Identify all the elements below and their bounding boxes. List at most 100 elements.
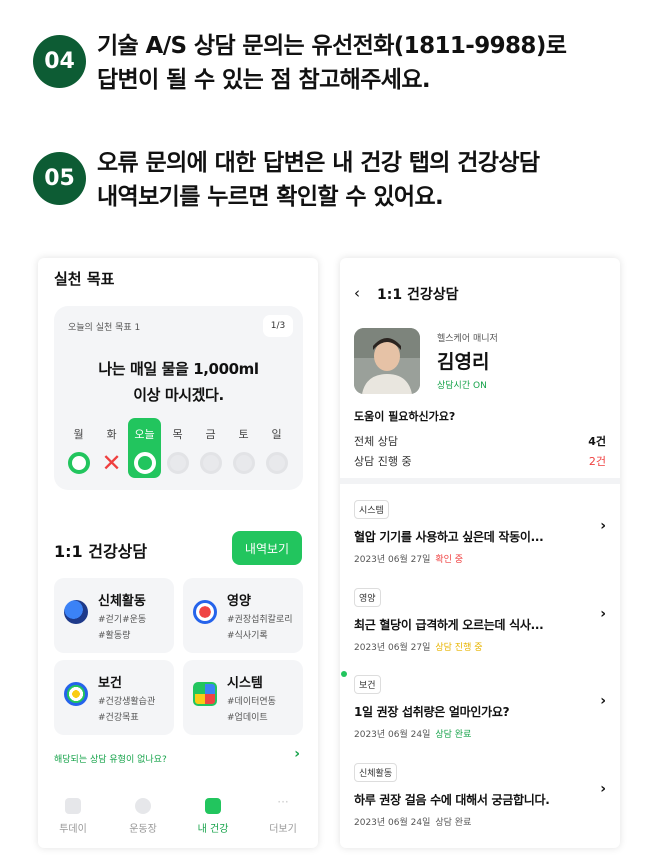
- category-hashtag: #식사기록: [227, 631, 268, 641]
- manager-role: 헬스케어 매니저: [437, 334, 498, 344]
- consult-list-item[interactable]: 보건 1일 권장 섭취량은 얼마인가요? 2023년 06월 24일 상담 완료 …: [354, 673, 606, 753]
- day-label: 화: [106, 428, 117, 441]
- goal-card[interactable]: 오늘의 실천 목표 1 1/3 나는 매일 물을 1,000ml 이상 마시겠다…: [54, 306, 303, 490]
- consult-status-text: 상담 진행 중: [435, 643, 483, 653]
- day-thu[interactable]: 목: [161, 418, 194, 478]
- category-tag: 시스템: [354, 500, 389, 519]
- category-hashtag: #걷기#운동: [98, 615, 147, 625]
- empty-circle-icon: [265, 452, 288, 474]
- consult-list-item[interactable]: 영양 최근 혈당이 급격하게 오르는데 식사... 2023년 06월 27일 상…: [354, 586, 606, 666]
- help-heading: 도움이 필요하신가요?: [354, 410, 456, 423]
- target-icon: [64, 682, 88, 706]
- section-divider: [340, 478, 620, 484]
- step-number-badge: 05: [33, 152, 86, 205]
- consult-date: 2023년 06월 24일: [354, 818, 431, 828]
- screen-title: 1:1 건강상담: [377, 287, 459, 303]
- goal-pager: 1/3: [263, 315, 293, 337]
- bottom-tab-bar: 투데이 운동장 내 건강 ··· 더보기: [38, 788, 318, 848]
- consult-status-text: 상담 완료: [435, 818, 472, 828]
- category-tag: 영양: [354, 588, 381, 607]
- tab-playground[interactable]: 운동장: [108, 788, 178, 848]
- tab-label: 더보기: [269, 824, 297, 835]
- indicator-dot: [341, 671, 347, 677]
- consult-date: 2023년 06월 27일: [354, 643, 431, 653]
- consult-meta: 2023년 06월 24일 상담 완료: [354, 815, 606, 828]
- day-label: 금: [205, 428, 216, 441]
- step-text-line: 기술 A/S 상담 문의는 유선전화(1811-9988)로: [97, 33, 567, 59]
- chevron-right-icon[interactable]: ›: [294, 746, 300, 762]
- category-tag: 보건: [354, 675, 381, 694]
- consult-meta: 2023년 06월 24일 상담 완료: [354, 727, 606, 740]
- consult-date: 2023년 06월 27일: [354, 555, 431, 565]
- goal-line: 나는 매일 물을 1,000ml: [98, 360, 259, 378]
- step-text-line: 답변이 될 수 있는 점 참고해주세요.: [97, 67, 431, 93]
- done-circle-icon: [133, 452, 156, 474]
- day-mon[interactable]: 월: [62, 418, 95, 478]
- consult-question: 혈압 기기를 사용하고 싶은데 작동이...: [354, 530, 544, 544]
- goal-line: 이상 마시겠다.: [133, 386, 224, 404]
- day-label: 일: [271, 428, 282, 441]
- consult-status-text: 상담 완료: [435, 730, 472, 740]
- stat-value: 4건: [588, 435, 606, 448]
- consult-list-item[interactable]: 시스템 혈압 기기를 사용하고 싶은데 작동이... 2023년 06월 27일…: [354, 498, 606, 578]
- day-fri[interactable]: 금: [194, 418, 227, 478]
- step-05: 05 오류 문의에 대한 답변은 내 건강 탭의 건강상담 내역보기를 누르면 …: [33, 146, 540, 214]
- tab-my-health[interactable]: 내 건강: [178, 788, 248, 848]
- category-hashtag: #데이터연동: [227, 697, 276, 707]
- tab-label: 투데이: [59, 824, 87, 835]
- step-text-line: 오류 문의에 대한 답변은 내 건강 탭의 건강상담: [97, 150, 540, 176]
- category-title: 보건: [98, 676, 122, 691]
- consult-question: 1일 권장 섭취량은 얼마인가요?: [354, 705, 510, 719]
- chevron-right-icon: ›: [600, 606, 606, 622]
- step-text-line: 내역보기를 누르면 확인할 수 있어요.: [97, 184, 444, 210]
- app-grid-icon: [193, 682, 217, 706]
- day-sun[interactable]: 일: [260, 418, 293, 478]
- category-hashtag: #업데이트: [227, 713, 268, 723]
- step-text: 오류 문의에 대한 답변은 내 건강 탭의 건강상담 내역보기를 누르면 확인할…: [97, 146, 540, 214]
- goal-subtitle: 오늘의 실천 목표 1: [68, 323, 141, 333]
- tab-today[interactable]: 투데이: [38, 788, 108, 848]
- day-label: 토: [238, 428, 249, 441]
- back-arrow-icon[interactable]: ‹: [354, 284, 360, 302]
- consult-list-item[interactable]: 신체활동 하루 권장 걸음 수에 대해서 궁금합니다. 2023년 06월 24…: [354, 761, 606, 841]
- consult-history-screen: ‹ 1:1 건강상담 헬스케어 매니저 김영리 상담시간 ON 도움이 필요하신…: [340, 258, 620, 848]
- view-history-button[interactable]: 내역보기: [232, 531, 302, 565]
- stat-label: 전체 상담: [354, 435, 398, 448]
- step-text: 기술 A/S 상담 문의는 유선전화(1811-9988)로 답변이 될 수 있…: [97, 29, 567, 97]
- category-title: 영양: [227, 594, 251, 609]
- practice-goal-title: 실천 목표: [54, 270, 115, 288]
- consult-date: 2023년 06월 24일: [354, 730, 431, 740]
- day-label: 목: [172, 428, 183, 441]
- empty-circle-icon: [232, 452, 255, 474]
- tab-label: 내 건강: [197, 824, 229, 835]
- day-tue[interactable]: 화 ✕: [95, 418, 128, 478]
- category-hashtag: #권장섭취칼로리: [227, 615, 293, 625]
- tab-more[interactable]: ··· 더보기: [248, 788, 318, 848]
- tab-label: 운동장: [129, 824, 157, 835]
- activity-icon: [64, 600, 88, 624]
- category-nutrition[interactable]: 영양 #권장섭취칼로리 #식사기록: [183, 578, 303, 653]
- category-health[interactable]: 보건 #건강생활습관 #건강목표: [54, 660, 174, 735]
- category-title: 신체활동: [98, 594, 146, 609]
- step-04: 04 기술 A/S 상담 문의는 유선전화(1811-9988)로 답변이 될 …: [33, 29, 567, 97]
- done-circle-icon: [67, 452, 90, 474]
- chat-icon: [135, 798, 151, 814]
- step-number-badge: 04: [33, 35, 86, 88]
- stat-label: 상담 진행 중: [354, 455, 412, 468]
- more-icon: ···: [277, 795, 289, 809]
- day-sat[interactable]: 토: [227, 418, 260, 478]
- category-hashtag: #활동량: [98, 631, 131, 641]
- category-physical-activity[interactable]: 신체활동 #걷기#운동 #활동량: [54, 578, 174, 653]
- no-matching-type-link[interactable]: 해당되는 상담 유형이 없나요?: [54, 752, 167, 765]
- consult-status-text: 확인 중: [435, 555, 464, 565]
- category-system[interactable]: 시스템 #데이터연동 #업데이트: [183, 660, 303, 735]
- category-hashtag: #건강목표: [98, 713, 139, 723]
- in-progress-row: 상담 진행 중 2건: [354, 453, 606, 469]
- person-photo-icon: [354, 328, 420, 394]
- chevron-right-icon: ›: [600, 693, 606, 709]
- day-today[interactable]: 오늘: [128, 418, 161, 478]
- consult-meta: 2023년 06월 27일 확인 중: [354, 552, 606, 565]
- manager-name: 김영리: [437, 351, 490, 373]
- category-tag: 신체활동: [354, 763, 398, 782]
- category-hashtag: #건강생활습관: [98, 697, 156, 707]
